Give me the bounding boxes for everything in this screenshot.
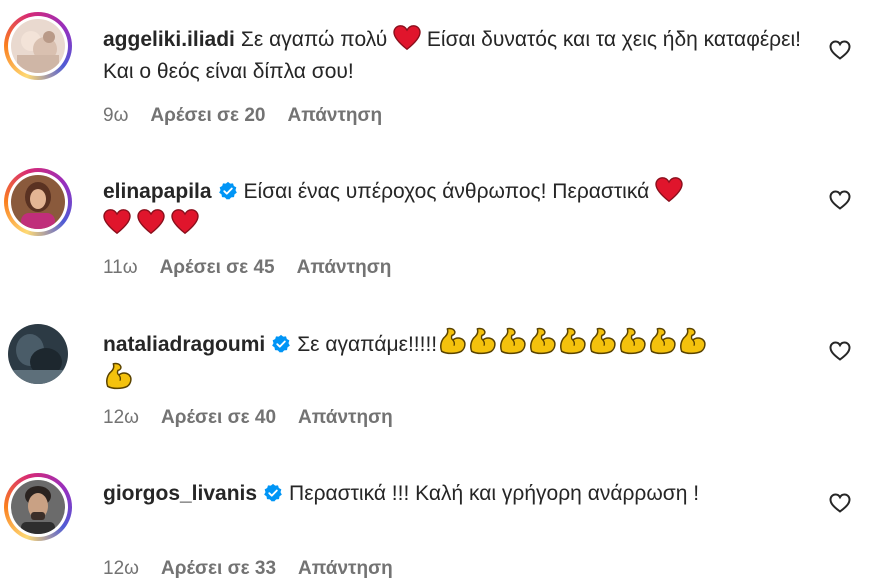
comment-username[interactable]: giorgos_livanis (103, 482, 257, 505)
red-heart-emoji (103, 209, 131, 235)
avatar[interactable] (4, 320, 72, 388)
comment-likes[interactable]: Αρέσει σε 45 (160, 257, 275, 278)
comment-text: Σε αγαπώ πολύ (240, 28, 388, 51)
avatar-image (11, 480, 65, 534)
comment-meta: 12ω Αρέσει σε 40 Απάντηση (103, 406, 415, 430)
verified-badge-icon (218, 181, 238, 201)
flexed-biceps-emoji (103, 361, 133, 391)
avatar-image (11, 175, 65, 229)
reply-button[interactable]: Απάντηση (298, 558, 393, 579)
flexed-biceps-emoji (587, 326, 617, 356)
avatar-image (8, 324, 68, 384)
like-heart-icon[interactable] (828, 339, 852, 363)
verified-badge-icon (263, 483, 283, 503)
reply-button[interactable]: Απάντηση (297, 257, 392, 278)
comment-likes[interactable]: Αρέσει σε 40 (161, 407, 276, 428)
comment-time[interactable]: 11ω (103, 257, 138, 278)
flexed-biceps-emoji (437, 326, 467, 356)
avatar-image (11, 19, 65, 73)
comment-likes[interactable]: Αρέσει σε 33 (161, 558, 276, 579)
avatar[interactable] (4, 168, 72, 236)
flexed-biceps-emoji (557, 326, 587, 356)
comment-body: giorgos_livanis Περαστικά !!! Καλή και γρ… (103, 478, 803, 510)
like-heart-icon[interactable] (828, 188, 852, 212)
comment-text: Περαστικά !!! Καλή και γρήγορη ανάρρωση … (289, 482, 700, 505)
reply-button[interactable]: Απάντηση (287, 105, 382, 126)
comment-username[interactable]: aggeliki.iliadi (103, 28, 235, 51)
flexed-biceps-emoji (527, 326, 557, 356)
like-heart-icon[interactable] (828, 491, 852, 515)
flexed-biceps-emoji (647, 326, 677, 356)
avatar[interactable] (4, 12, 72, 80)
comment-likes[interactable]: Αρέσει σε 20 (150, 105, 265, 126)
comment-text: Σε αγαπάμε!!!!! (297, 333, 438, 356)
verified-badge-icon (271, 334, 291, 354)
reply-button[interactable]: Απάντηση (298, 407, 393, 428)
comment-body: elinapapila Είσαι ένας υπέροχος άνθρωπος!… (103, 176, 803, 240)
comment-username[interactable]: nataliadragoumi (103, 333, 265, 356)
flexed-biceps-emoji (497, 326, 527, 356)
red-heart-emoji (137, 209, 165, 235)
comment-body: aggeliki.iliadi Σε αγαπώ πολύ Είσαι δυνατ… (103, 24, 803, 88)
red-heart-emoji (393, 25, 421, 51)
flexed-biceps-emoji (467, 326, 497, 356)
comment-time[interactable]: 12ω (103, 558, 139, 579)
comment-time[interactable]: 9ω (103, 105, 128, 126)
avatar[interactable] (4, 473, 72, 541)
red-heart-emoji (171, 209, 199, 235)
comment-body: nataliadragoumi Σε αγαπάμε!!!!! (103, 326, 803, 396)
like-heart-icon[interactable] (828, 38, 852, 62)
comment-text: Είσαι ένας υπέροχος άνθρωπος! Περαστικά (243, 180, 650, 203)
red-heart-emoji (655, 177, 683, 203)
comment-username[interactable]: elinapapila (103, 180, 212, 203)
comment-time[interactable]: 12ω (103, 407, 139, 428)
flexed-biceps-emoji (677, 326, 707, 356)
comment-meta: 9ω Αρέσει σε 20 Απάντηση (103, 104, 404, 128)
comment-meta: 11ω Αρέσει σε 45 Απάντηση (103, 256, 413, 280)
comment-meta: 12ω Αρέσει σε 33 Απάντηση (103, 557, 415, 581)
flexed-biceps-emoji (617, 326, 647, 356)
